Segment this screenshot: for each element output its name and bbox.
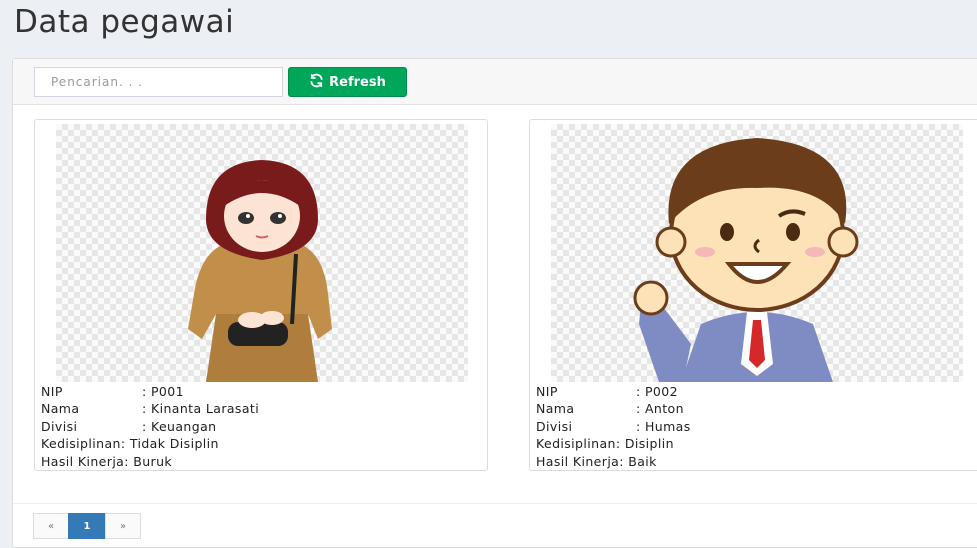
refresh-button[interactable]: Refresh [288,67,407,97]
employee-card: NIP : P001 Nama : Kinanta Larasati Divisi:… [34,119,488,471]
panel-toolbar: Refresh [13,59,977,105]
kedisiplinan-value: : Disiplin [615,436,674,452]
kedisiplinan-label: Kedisiplinan [536,436,616,452]
refresh-icon [309,73,324,92]
employee-photo [56,124,468,382]
kedisiplinan-value: : Tidak Disiplin [120,436,219,452]
refresh-label: Refresh [329,74,386,90]
divisi-label: Divisi [41,418,78,434]
employee-photo [551,124,963,382]
nama-value: : Kinanta Larasati [142,401,260,417]
hasil-kinerja-value: : Buruk [124,453,173,469]
employee-info: NIP : P002 Nama : Anton Divisi : Humas Kedi… [536,383,691,470]
hasil-kinerja-label: Hasil Kinerja [536,453,620,469]
businessman-illustration [633,138,859,382]
nama-label: Nama [41,401,80,417]
search-input[interactable] [34,67,283,97]
pagination-next-button[interactable]: » [105,513,141,539]
pagination-prev-button[interactable]: « [33,513,69,539]
pagination-page-1[interactable]: 1 [68,513,106,539]
kedisiplinan-label: Kedisiplinan [41,436,121,452]
divisi-value: : Keuangan [142,418,217,434]
nip-label: NIP [41,384,63,399]
divisi-label: Divisi [536,418,573,434]
nama-label: Nama [536,401,575,417]
page-title: Data pegawai [14,4,235,40]
pagination: « 1 » [33,513,141,539]
hijab-woman-illustration [188,160,332,382]
employee-card: NIP : P002 Nama : Anton Divisi : Humas Kedi… [529,119,977,471]
panel-divider [13,503,977,504]
divisi-value: : Humas [636,418,691,434]
employee-info: NIP : P001 Nama : Kinanta Larasati Divisi:… [41,383,259,470]
hasil-kinerja-value: : Baik [619,453,657,469]
employee-panel: Refresh [12,58,977,548]
nama-value: : Anton [636,401,684,417]
nip-label: NIP [536,384,558,399]
nip-value: : P002 [636,384,678,399]
hasil-kinerja-label: Hasil Kinerja [41,453,125,469]
nip-value: : P001 [142,384,184,399]
